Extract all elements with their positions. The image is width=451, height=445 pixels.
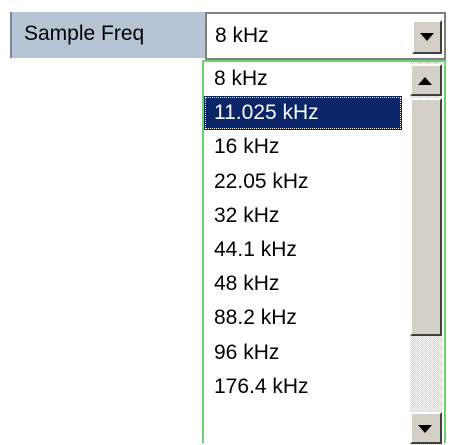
option-48khz[interactable]: 48 kHz: [204, 267, 402, 301]
arrow-down-icon: [418, 425, 432, 433]
scrollbar-thumb[interactable]: [410, 98, 442, 336]
scroll-up-button[interactable]: [410, 64, 442, 96]
arrow-up-icon: [418, 77, 432, 85]
option-list: 8 kHz 11.025 kHz 16 kHz 22.05 kHz 32 kHz…: [204, 62, 402, 404]
vertical-scrollbar[interactable]: [410, 62, 442, 445]
scroll-down-button[interactable]: [410, 412, 442, 444]
option-441khz[interactable]: 44.1 kHz: [204, 233, 402, 267]
option-1764khz[interactable]: 176.4 kHz: [204, 370, 402, 404]
option-96khz[interactable]: 96 kHz: [204, 336, 402, 370]
option-11025khz[interactable]: 11.025 kHz: [204, 96, 402, 131]
option-8khz[interactable]: 8 kHz: [204, 62, 402, 96]
sample-freq-label: Sample Freq: [24, 22, 145, 45]
option-16khz[interactable]: 16 kHz: [204, 130, 402, 164]
option-32khz[interactable]: 32 kHz: [204, 199, 402, 233]
combo-dropdown-button[interactable]: [412, 20, 442, 54]
sample-freq-dropdown-list[interactable]: 8 kHz 11.025 kHz 16 kHz 22.05 kHz 32 kHz…: [202, 60, 446, 445]
chevron-down-icon: [420, 33, 434, 41]
option-2205khz[interactable]: 22.05 kHz: [204, 165, 402, 199]
option-882khz[interactable]: 88.2 kHz: [204, 301, 402, 335]
combo-selected-value: 8 kHz: [215, 24, 269, 47]
sample-freq-combobox[interactable]: 8 kHz: [205, 12, 446, 60]
